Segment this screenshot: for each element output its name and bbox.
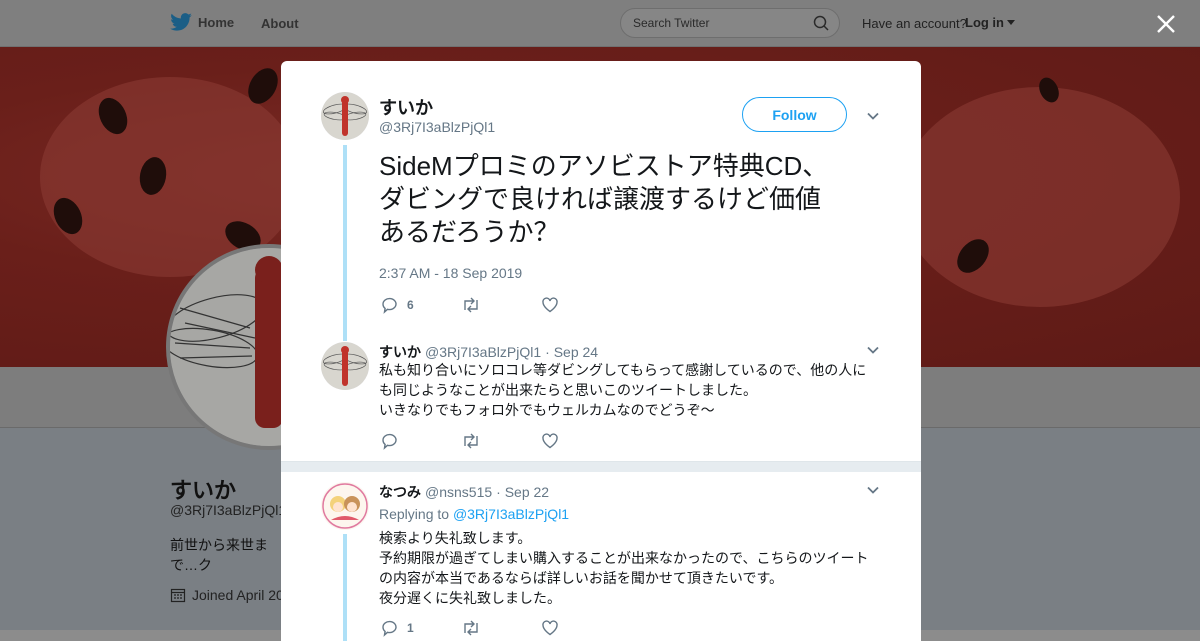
reply-actions <box>381 432 621 450</box>
reply-text-line: の内容が本当であるならば詳しいお話を聞かせて頂きたいです。 <box>379 570 784 586</box>
like-action[interactable] <box>541 619 621 637</box>
like-action[interactable] <box>541 296 621 314</box>
reply-text: 私も知り合いにソロコレ等ダビングしてもらって感謝しているので、他の人に も同じよ… <box>379 360 874 420</box>
tweet-text: SideMプロミのアソビストア特典CD、 ダビングで良ければ譲渡するけど価値 あ… <box>379 150 869 249</box>
retweet-icon <box>464 433 478 449</box>
anime-avatar-icon <box>321 482 369 530</box>
reply-author-name: すいか <box>379 344 421 360</box>
replying-to-prefix: Replying to <box>379 506 450 522</box>
replying-to-link[interactable]: @3Rj7I3aBlzPjQl1 <box>453 506 569 522</box>
have-account-text: Have an account? <box>862 16 967 31</box>
reply-text-line: も同じようなことが出来たらと思いこのツイートしました。 <box>379 382 757 398</box>
login-label: Log in <box>965 15 1004 30</box>
chevron-down-icon[interactable] <box>866 109 880 123</box>
reply-icon <box>382 433 397 450</box>
like-action[interactable] <box>541 432 621 450</box>
follow-button[interactable]: Follow <box>742 97 847 132</box>
tweet-text-line: ダビングで良ければ譲渡するけど価値 <box>379 184 822 214</box>
reply-author-name: なつみ <box>379 484 421 500</box>
reply-text-line: いきなりでもフォロ外でもウェルカムなのでどうぞ～ <box>379 402 715 418</box>
reply-header[interactable]: すいか @3Rj7I3aBlzPjQl1 · Sep 24 <box>379 342 598 362</box>
login-button[interactable]: Log in <box>965 15 1015 30</box>
reply-action[interactable] <box>381 432 461 450</box>
reply-text-line: 予約期限が過ぎてしまい購入することが出来なかったので、こちらのツイート <box>379 550 869 566</box>
thread-line <box>343 145 347 341</box>
reply-count: 6 <box>407 298 414 312</box>
thread-line <box>343 534 347 641</box>
heart-icon <box>542 620 558 636</box>
retweet-action[interactable] <box>461 432 541 450</box>
nav-about-link[interactable]: About <box>261 16 299 31</box>
caret-down-icon <box>1007 19 1015 25</box>
reply-date: · Sep 22 <box>496 484 550 500</box>
reply-author-handle: @nsns515 <box>425 484 493 500</box>
reply-text-line: 検索より失礼致します。 <box>379 530 532 546</box>
tweet-text-line: SideMプロミのアソビストア特典CD、 <box>379 151 829 181</box>
reply-header[interactable]: なつみ @nsns515 · Sep 22 <box>379 482 549 502</box>
reply-avatar[interactable] <box>321 482 369 530</box>
chevron-down-icon[interactable] <box>866 343 880 357</box>
profile-joined: Joined April 20 <box>170 587 284 603</box>
reply-count: 1 <box>407 621 414 635</box>
reply-author-handle: @3Rj7I3aBlzPjQl1 <box>425 344 542 360</box>
reply-icon <box>382 620 397 637</box>
reply-date: · Sep 24 <box>545 344 599 360</box>
heart-icon <box>542 297 558 313</box>
profile-handle: @3Rj7I3aBlzPjQl1 <box>170 502 287 518</box>
author-name[interactable]: すいか <box>379 94 433 120</box>
reply-actions: 1 <box>381 619 621 637</box>
reply-action[interactable]: 1 <box>381 619 461 637</box>
dragonfly-avatar-icon <box>321 342 369 390</box>
replying-to: Replying to @3Rj7I3aBlzPjQl1 <box>379 506 569 522</box>
reply-text-line: 私も知り合いにソロコレ等ダビングしてもらって感謝しているので、他の人に <box>379 362 867 378</box>
nav-home-link[interactable]: Home <box>170 13 234 31</box>
top-navigation-bar: Home About Have an account? Log in <box>0 0 1200 47</box>
search-input[interactable] <box>633 16 803 30</box>
reply-icon <box>382 297 397 314</box>
author-handle[interactable]: @3Rj7I3aBlzPjQl1 <box>379 119 495 135</box>
close-icon[interactable] <box>1154 12 1178 36</box>
heart-icon <box>542 433 558 449</box>
retweet-icon <box>464 297 478 313</box>
retweet-icon <box>464 620 478 636</box>
conversation-separator <box>281 461 921 472</box>
tweet-modal: すいか @3Rj7I3aBlzPjQl1 Follow SideMプロミのアソビ… <box>281 61 921 641</box>
profile-bio: 前世から来世まで…ク <box>170 537 268 573</box>
reply-action[interactable]: 6 <box>381 296 461 314</box>
joined-label: Joined April 20 <box>192 587 284 603</box>
reply-text-line: 夜分遅くに失礼致しました。 <box>379 590 561 606</box>
reply-avatar[interactable] <box>321 342 369 390</box>
twitter-bird-icon <box>170 13 192 31</box>
profile-name: すいか <box>170 478 237 503</box>
reply-text: 検索より失礼致します。 予約期限が過ぎてしまい購入することが出来なかったので、こ… <box>379 528 874 608</box>
retweet-action[interactable] <box>461 296 541 314</box>
tweet-timestamp[interactable]: 2:37 AM - 18 Sep 2019 <box>379 265 522 281</box>
chevron-down-icon[interactable] <box>866 483 880 497</box>
tweet-text-line: あるだろうか？ <box>379 217 560 247</box>
retweet-action[interactable] <box>461 619 541 637</box>
search-box[interactable] <box>620 8 840 38</box>
dragonfly-avatar-icon <box>321 92 369 140</box>
calendar-icon <box>170 588 186 603</box>
nav-home-label: Home <box>198 14 235 30</box>
tweet-actions: 6 <box>381 296 621 314</box>
search-icon[interactable] <box>813 15 829 31</box>
author-avatar[interactable] <box>321 92 369 140</box>
